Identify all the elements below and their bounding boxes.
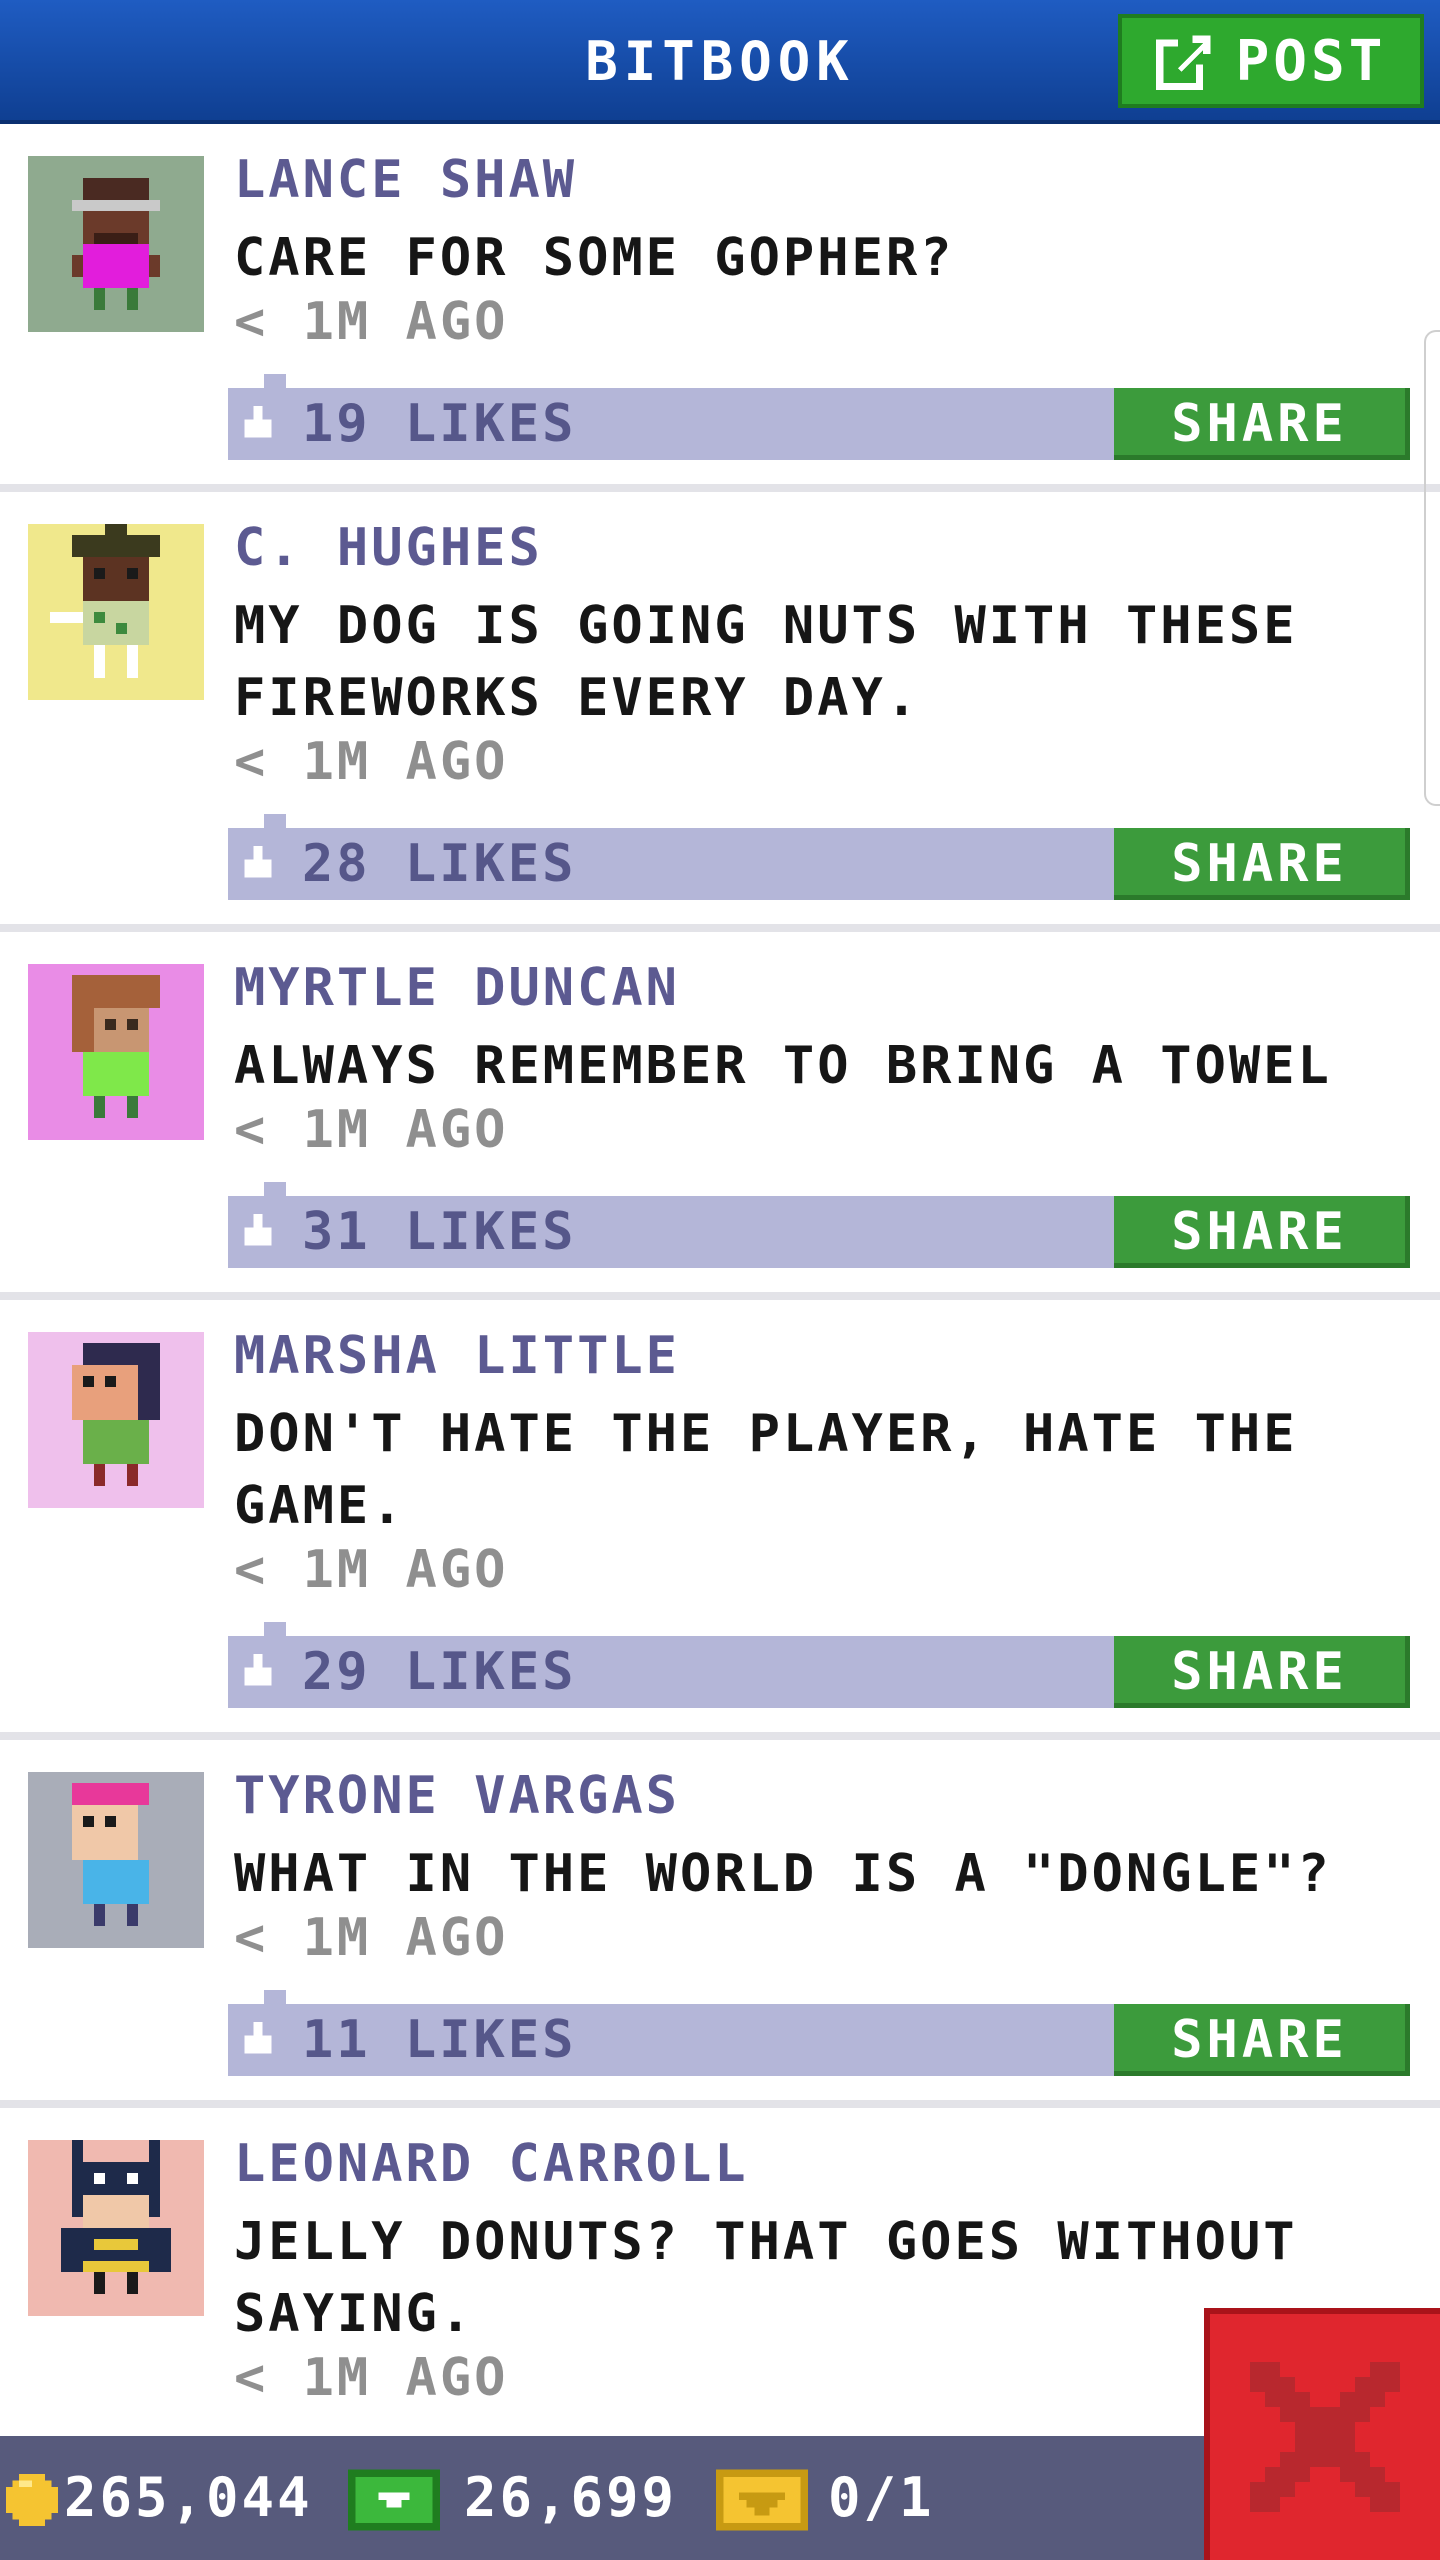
feed-post: MYRTLE DUNCAN ALWAYS REMEMBER TO BRING A… <box>0 932 1440 1300</box>
likes-count: 31 LIKES <box>302 1202 577 1262</box>
feed-post: LANCE SHAW CARE FOR SOME GOPHER? < 1M AG… <box>0 124 1440 492</box>
bux-count: 26,699 <box>464 2466 678 2529</box>
feed-post: C. HUGHES MY DOG IS GOING NUTS WITH THES… <box>0 492 1440 932</box>
post-message: CARE FOR SOME GOPHER? <box>234 228 955 288</box>
post-author[interactable]: TYRONE VARGAS <box>234 1766 680 1826</box>
like-icon <box>244 1214 272 1246</box>
post-timestamp: < 1M AGO <box>234 1908 509 1968</box>
feed-post: TYRONE VARGAS WHAT IN THE WORLD IS A "DO… <box>0 1740 1440 2108</box>
avatar[interactable] <box>28 964 204 1140</box>
post-author[interactable]: MARSHA LITTLE <box>234 1326 680 1386</box>
share-button[interactable]: SHARE <box>1114 1196 1410 1268</box>
app-header: BITBOOK POST <box>0 0 1440 124</box>
scrollbar[interactable] <box>1424 330 1440 806</box>
likes-count: 29 LIKES <box>302 1642 577 1702</box>
likes-bar: 11 LIKES SHARE <box>228 1990 1410 2076</box>
post-author[interactable]: MYRTLE DUNCAN <box>234 958 680 1018</box>
close-icon <box>1250 2362 1400 2512</box>
feed-post: MARSHA LITTLE DON'T HATE THE PLAYER, HAT… <box>0 1300 1440 1740</box>
post-message: DON'T HATE THE PLAYER, HATE THE GAME. <box>234 1404 1298 1536</box>
post-timestamp: < 1M AGO <box>234 1540 509 1600</box>
avatar[interactable] <box>28 1332 204 1508</box>
share-button[interactable]: SHARE <box>1114 2004 1410 2076</box>
post-author[interactable]: LEONARD CARROLL <box>234 2134 749 2194</box>
like-icon <box>244 846 272 878</box>
close-button[interactable] <box>1204 2308 1440 2560</box>
coin-icon <box>6 2474 58 2526</box>
share-button[interactable]: SHARE <box>1114 1636 1410 1708</box>
post-message: MY DOG IS GOING NUTS WITH THESE FIREWORK… <box>234 596 1298 728</box>
post-message: WHAT IN THE WORLD IS A "DONGLE"? <box>234 1844 1332 1904</box>
edit-square-icon <box>1155 35 1210 90</box>
post-timestamp: < 1M AGO <box>234 2348 509 2408</box>
like-icon <box>244 406 272 438</box>
post-author[interactable]: LANCE SHAW <box>234 150 577 210</box>
likes-bar: 29 LIKES SHARE <box>228 1622 1410 1708</box>
post-timestamp: < 1M AGO <box>234 732 509 792</box>
bux-icon <box>348 2469 440 2531</box>
avatar[interactable] <box>28 2140 204 2316</box>
avatar[interactable] <box>28 1772 204 1948</box>
tickets-count: 0/1 <box>828 2466 935 2529</box>
post-timestamp: < 1M AGO <box>234 1100 509 1160</box>
like-icon <box>244 2022 272 2054</box>
likes-count: 19 LIKES <box>302 394 577 454</box>
avatar[interactable] <box>28 156 204 332</box>
ticket-icon <box>716 2469 808 2531</box>
avatar[interactable] <box>28 524 204 700</box>
likes-bar: 19 LIKES SHARE <box>228 374 1410 460</box>
post-message: ALWAYS REMEMBER TO BRING A TOWEL <box>234 1036 1332 1096</box>
share-button[interactable]: SHARE <box>1114 828 1410 900</box>
post-label: POST <box>1235 28 1387 94</box>
likes-bar: 31 LIKES SHARE <box>228 1182 1410 1268</box>
post-timestamp: < 1M AGO <box>234 292 509 352</box>
coins-count: 265,044 <box>64 2466 313 2529</box>
post-button[interactable]: POST <box>1118 14 1424 108</box>
likes-count: 11 LIKES <box>302 2010 577 2070</box>
post-author[interactable]: C. HUGHES <box>234 518 543 578</box>
share-button[interactable]: SHARE <box>1114 388 1410 460</box>
likes-bar: 28 LIKES SHARE <box>228 814 1410 900</box>
like-icon <box>244 1654 272 1686</box>
likes-count: 28 LIKES <box>302 834 577 894</box>
